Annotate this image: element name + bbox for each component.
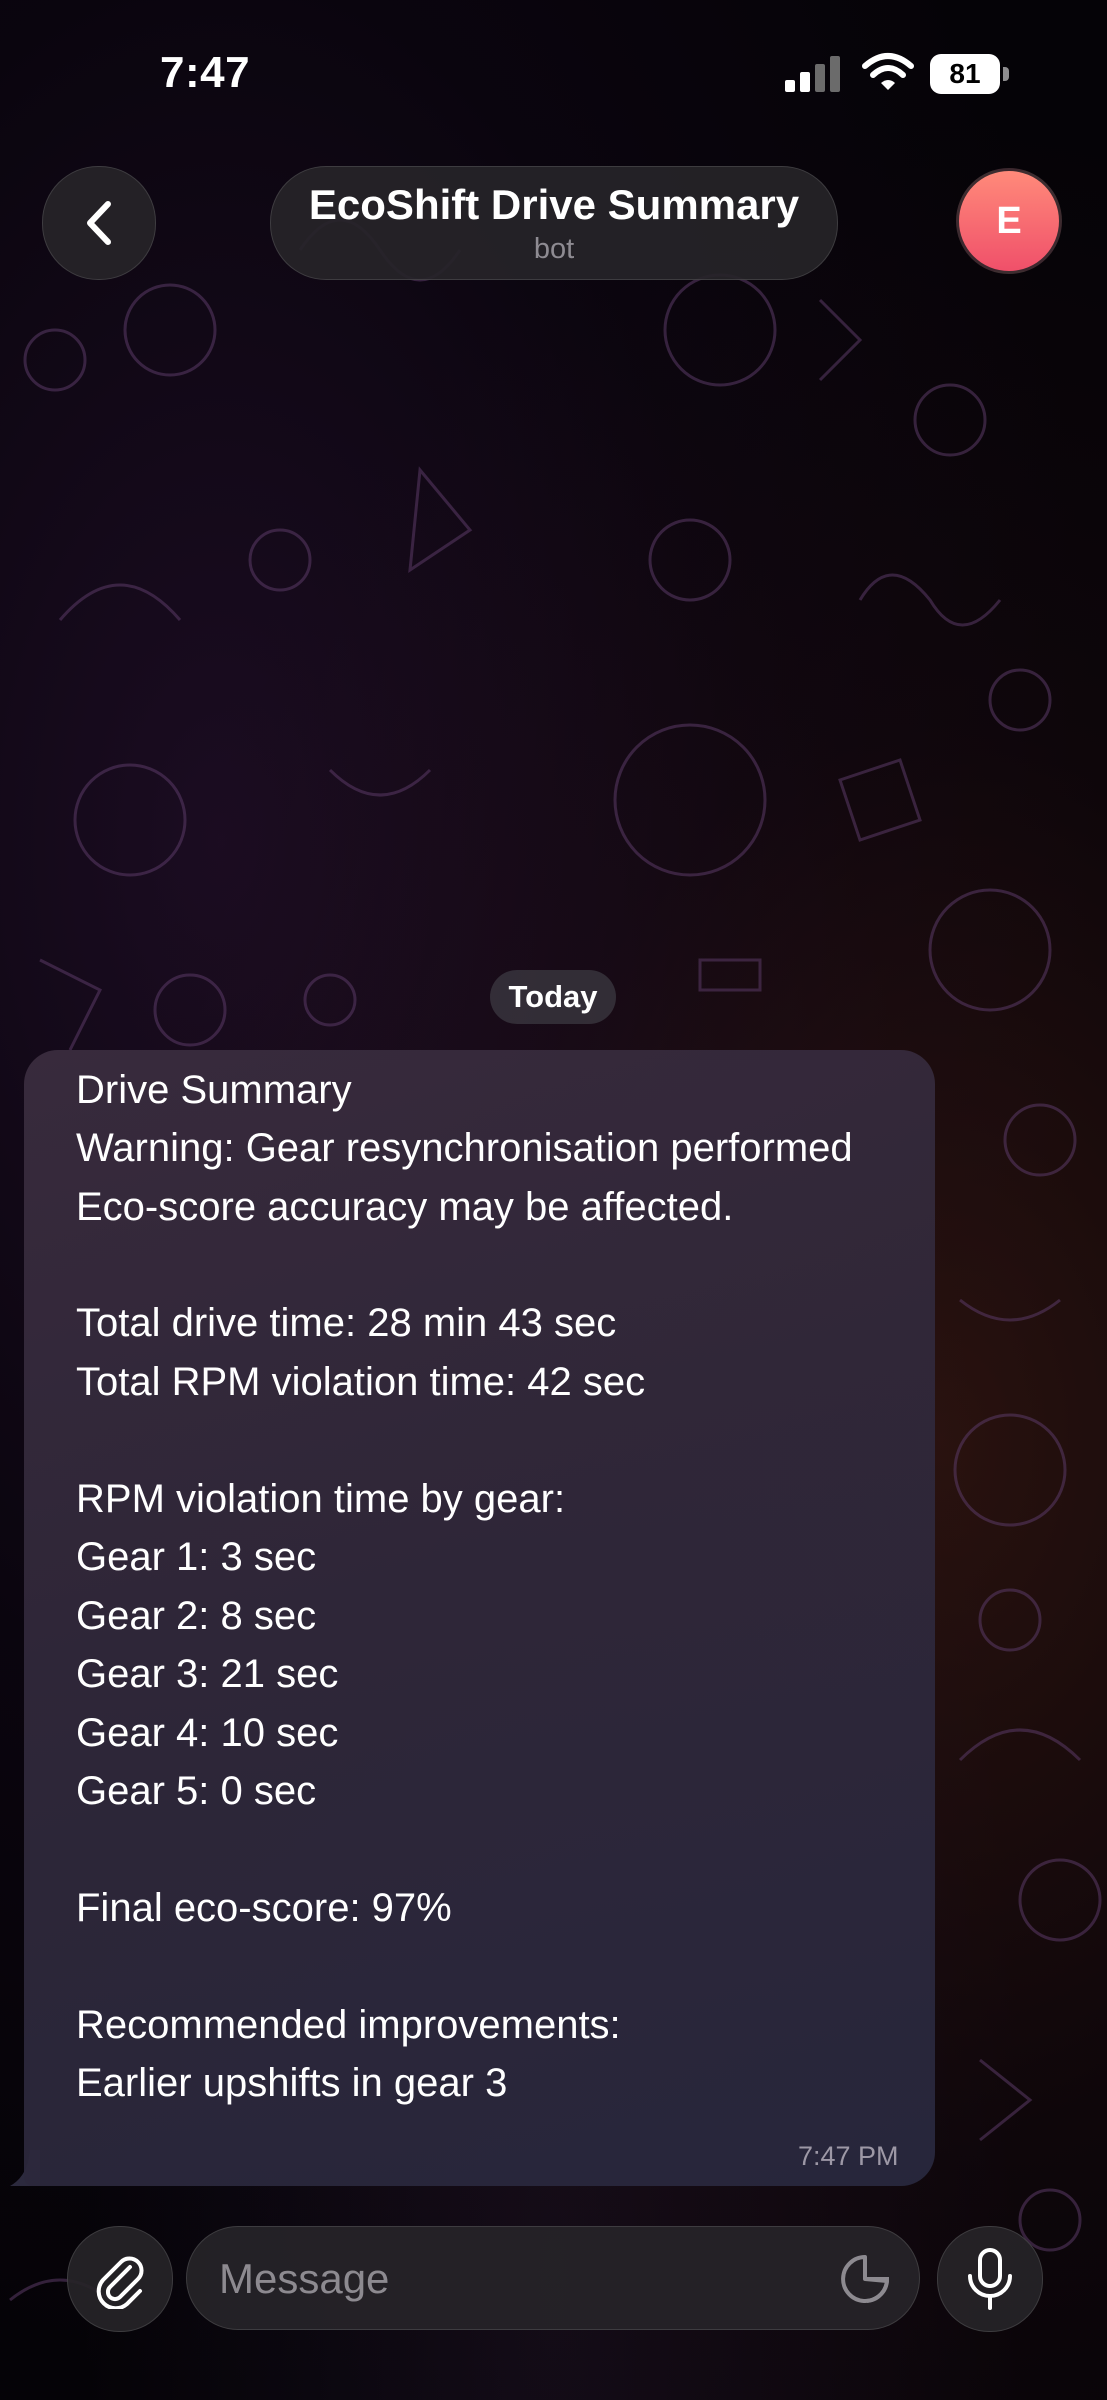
message-line: Earlier upshifts in gear 3 (76, 2061, 508, 2105)
back-button[interactable] (42, 166, 156, 280)
chat-subtitle: bot (533, 233, 575, 265)
message-field[interactable] (186, 2226, 920, 2331)
message-line: Gear 2: 8 sec (76, 1594, 317, 1638)
message-line: Recommended improvements: (76, 2003, 621, 2047)
message-line: Gear 3: 21 sec (76, 1652, 339, 1696)
message-line: Total RPM violation time: 42 sec (76, 1360, 646, 1404)
paperclip-icon (96, 2256, 144, 2309)
battery-cap (1003, 67, 1009, 81)
wifi-icon (862, 53, 914, 90)
message-timestamp: 7:47 PM (798, 2141, 899, 2171)
chat-title: EcoShift Drive Summary (308, 181, 800, 228)
battery-level: 81 (949, 58, 981, 89)
message-heading: Drive Summary (76, 1068, 352, 1112)
message-input[interactable] (217, 2227, 781, 2331)
chevron-left-icon (87, 201, 111, 245)
battery-indicator: 81 (930, 54, 1010, 94)
message-line: Gear 1: 3 sec (76, 1535, 317, 1579)
message-line: Eco-score accuracy may be affected. (76, 1185, 734, 1229)
message-line: Final eco-score: 97% (76, 1886, 452, 1930)
microphone-icon (968, 2248, 1012, 2310)
message-bubble[interactable]: Drive Summary Warning: Gear resynchronis… (24, 1050, 935, 2186)
message-line: RPM violation time by gear: (76, 1477, 566, 1521)
message-line: Total drive time: 28 min 43 sec (76, 1301, 617, 1345)
sticker-icon[interactable] (839, 2253, 891, 2305)
battery-body: 81 (930, 54, 1000, 94)
avatar-initial: E (996, 199, 1022, 242)
status-time: 7:47 (160, 48, 251, 97)
message-line: Gear 5: 0 sec (76, 1769, 317, 1813)
cellular-signal-icon (785, 56, 840, 92)
message-line: Gear 4: 10 sec (76, 1711, 339, 1755)
date-separator: Today (490, 970, 616, 1024)
status-bar: 7:47 81 (0, 0, 1107, 140)
bot-avatar[interactable]: E (956, 168, 1062, 274)
attach-button[interactable] (67, 2226, 173, 2332)
message-line: Warning: Gear resynchronisation performe… (76, 1126, 853, 1170)
chat-title-pill[interactable]: EcoShift Drive Summary bot (270, 166, 838, 280)
microphone-button[interactable] (937, 2226, 1043, 2332)
